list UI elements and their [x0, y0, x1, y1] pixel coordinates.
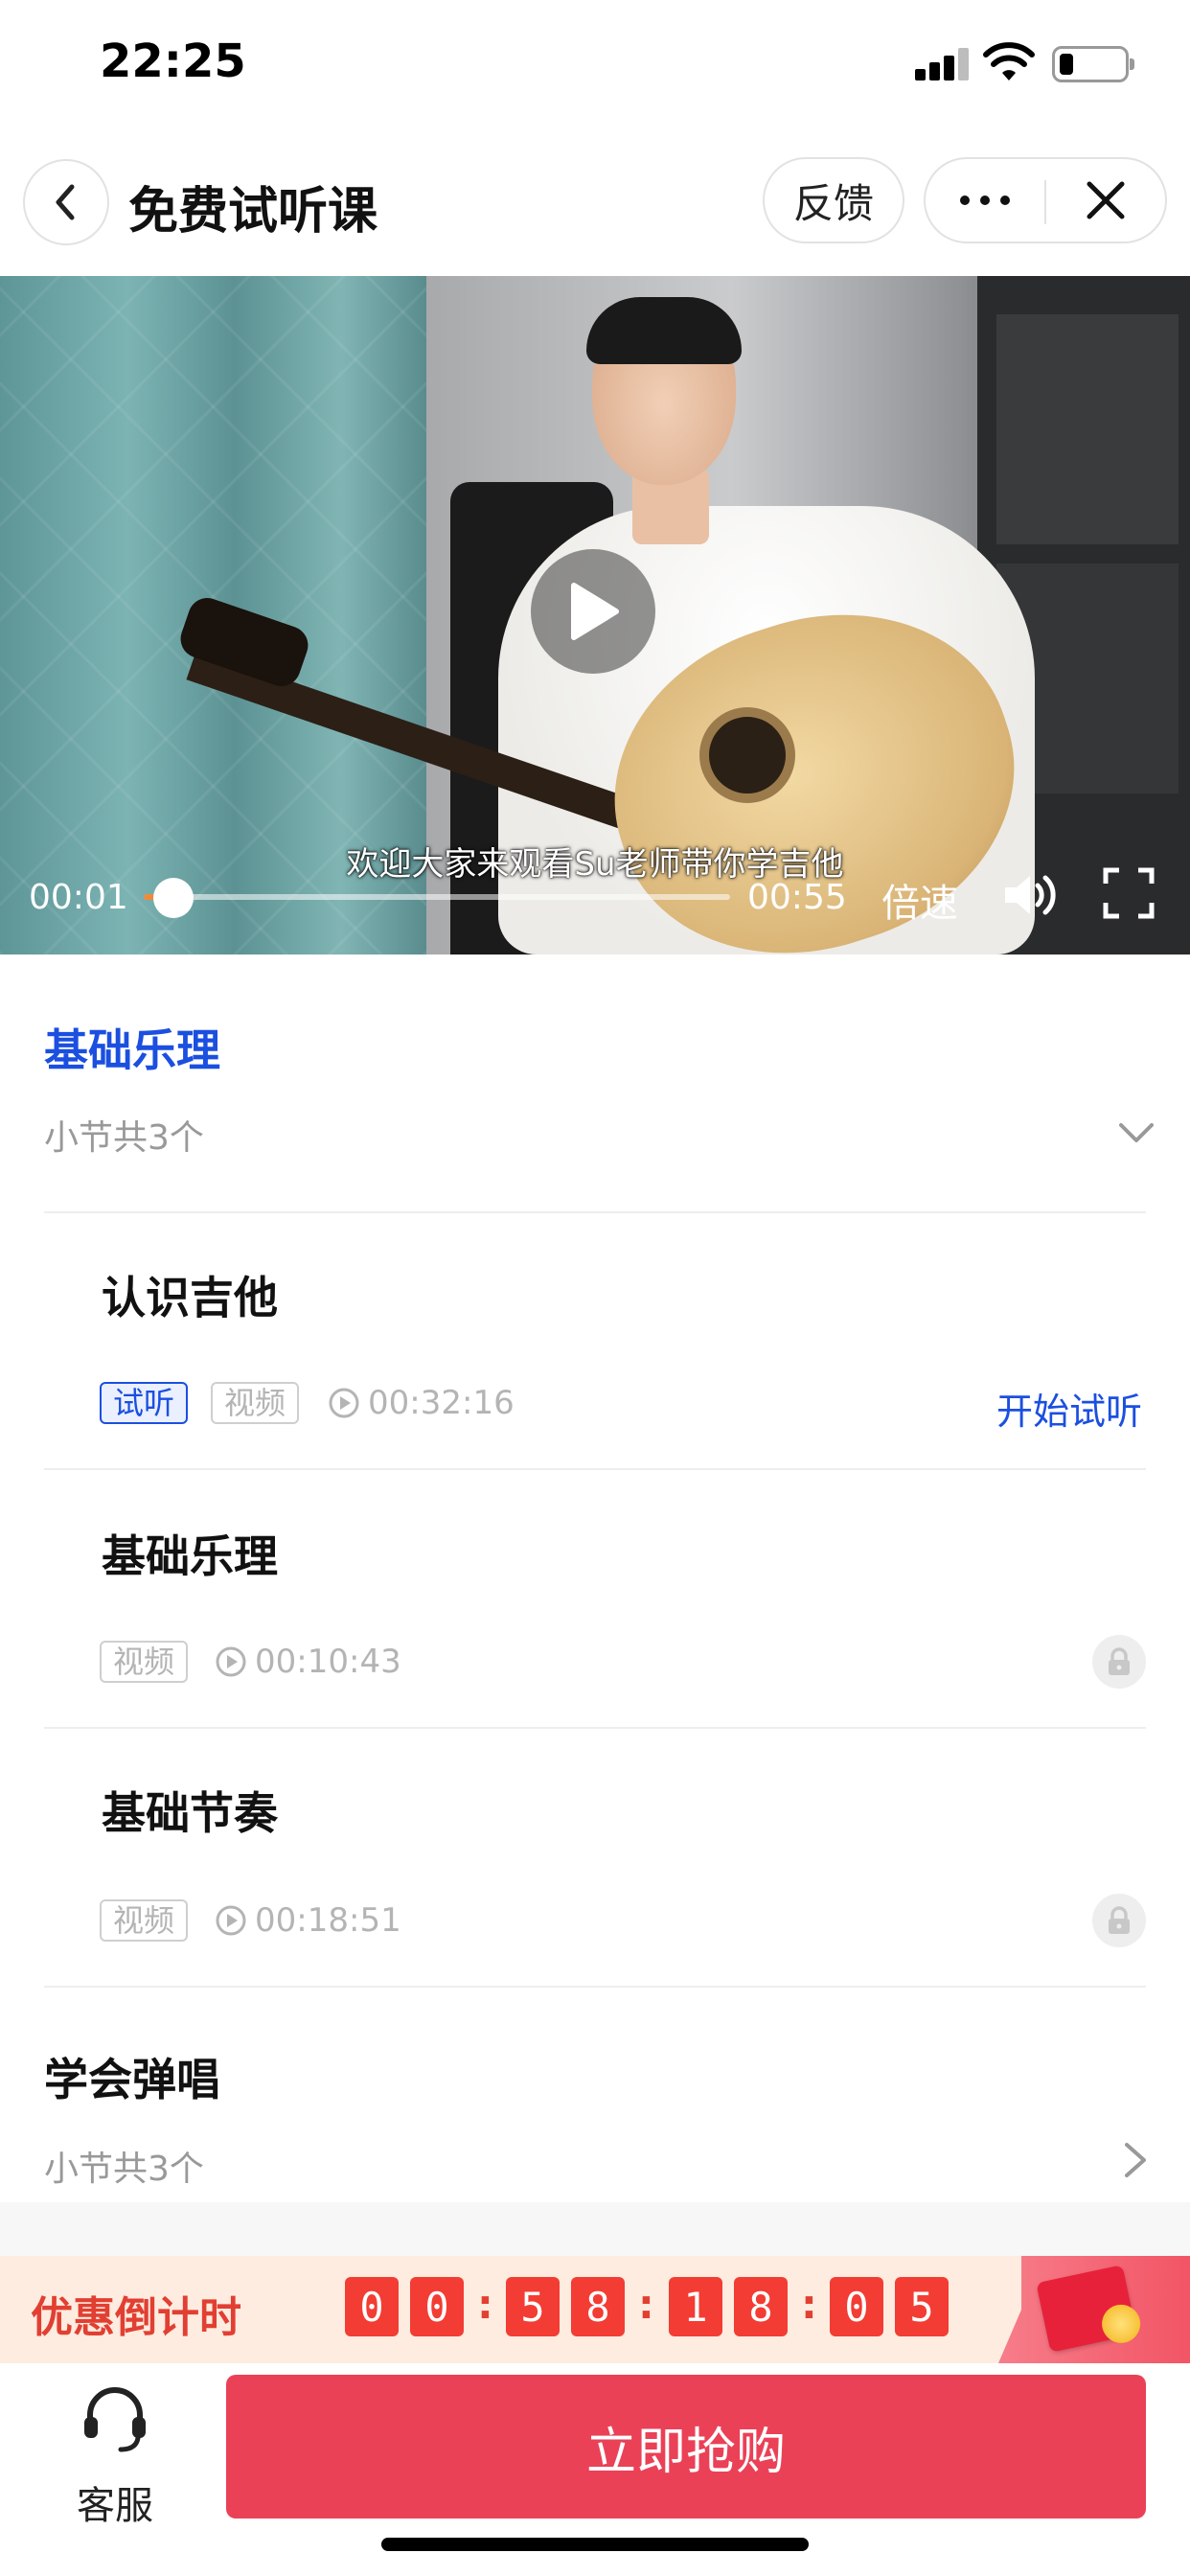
lesson-duration: 00:18:51 — [215, 1901, 401, 1940]
close-button[interactable] — [1046, 159, 1165, 242]
countdown-separator: : — [477, 2281, 493, 2328]
countdown-digit: 8 — [571, 2277, 625, 2336]
battery-icon — [1052, 46, 1134, 82]
countdown-digit: 5 — [506, 2277, 560, 2336]
play-icon — [571, 583, 619, 640]
progress-thumb[interactable] — [153, 878, 194, 918]
fullscreen-icon[interactable] — [1102, 866, 1156, 920]
countdown-digit: 5 — [895, 2277, 949, 2336]
lesson-duration: 00:10:43 — [215, 1643, 401, 1681]
countdown-digit: 8 — [734, 2277, 788, 2336]
buy-now-button[interactable]: 立即抢购 — [226, 2375, 1146, 2518]
countdown-label: 优惠倒计时 — [31, 2293, 241, 2342]
lesson-title[interactable]: 基础乐理 — [102, 1522, 278, 1585]
home-indicator — [381, 2538, 809, 2551]
status-bar: 22:25 — [0, 0, 1190, 134]
countdown-digit: 1 — [669, 2277, 722, 2336]
lesson-duration-text: 00:18:51 — [255, 1901, 401, 1940]
status-time: 22:25 — [100, 34, 246, 88]
video-tag: 视频 — [211, 1382, 300, 1424]
trial-tag: 试听 — [100, 1382, 189, 1424]
lesson-duration-text: 00:10:43 — [255, 1643, 401, 1681]
page-title: 免费试听课 — [128, 183, 378, 241]
wifi-icon — [983, 42, 1035, 80]
volume-icon[interactable] — [1001, 868, 1061, 922]
lesson-duration-text: 00:32:16 — [368, 1384, 515, 1422]
countdown-digit: 0 — [410, 2277, 464, 2336]
customer-service-label: 客服 — [77, 2484, 153, 2528]
lesson-duration: 00:32:16 — [328, 1384, 515, 1422]
play-circle-icon — [329, 1388, 359, 1418]
divider — [44, 1727, 1146, 1729]
lock-icon — [1092, 1894, 1146, 1947]
chapter-title[interactable]: 学会弹唱 — [44, 2045, 220, 2108]
back-chevron-icon — [56, 184, 75, 220]
cellular-signal-icon — [915, 48, 969, 80]
divider — [44, 1468, 1146, 1470]
total-time: 00:55 — [747, 878, 847, 917]
video-tag: 视频 — [100, 1641, 189, 1683]
current-time: 00:01 — [29, 878, 128, 917]
chevron-down-icon[interactable] — [1115, 1112, 1157, 1154]
divider — [44, 1986, 1146, 1988]
play-button[interactable] — [531, 549, 655, 674]
divider — [44, 1211, 1146, 1213]
video-tag: 视频 — [100, 1899, 189, 1942]
lesson-title[interactable]: 基础节奏 — [102, 1779, 278, 1842]
chapter-title[interactable]: 基础乐理 — [44, 1016, 220, 1079]
more-dots-icon — [960, 196, 1010, 205]
progress-bar[interactable] — [144, 894, 730, 900]
start-trial-button[interactable]: 开始试听 — [996, 1382, 1142, 1435]
headset-icon — [84, 2387, 146, 2452]
mini-program-capsule — [924, 157, 1167, 243]
play-circle-icon — [216, 1646, 246, 1677]
chapter-lesson-count: 小节共3个 — [44, 1118, 204, 1158]
countdown-digit: 0 — [345, 2277, 399, 2336]
lesson-title[interactable]: 认识吉他 — [102, 1263, 278, 1326]
chapter-lesson-count: 小节共3个 — [44, 2150, 204, 2189]
nav-bar: 免费试听课 反馈 — [0, 134, 1190, 276]
countdown-separator: : — [801, 2281, 817, 2328]
back-button[interactable] — [23, 159, 109, 245]
countdown-separator: : — [638, 2281, 654, 2328]
lock-icon — [1092, 1635, 1146, 1689]
play-circle-icon — [216, 1905, 246, 1936]
customer-service-button[interactable]: 客服 — [57, 2382, 172, 2528]
more-button[interactable] — [926, 159, 1044, 242]
playback-speed-button[interactable]: 倍速 — [881, 872, 958, 928]
countdown-bar: 优惠倒计时 0 0 : 5 8 : 1 8 : 0 5 — [0, 2256, 1190, 2363]
chevron-right-icon[interactable] — [1119, 2139, 1152, 2181]
close-icon — [1087, 181, 1125, 219]
feedback-button[interactable]: 反馈 — [763, 157, 904, 243]
video-player[interactable]: 欢迎大家来观看Su老师带你学吉他 00:01 00:55 倍速 — [0, 276, 1190, 954]
countdown-digit: 0 — [830, 2277, 883, 2336]
